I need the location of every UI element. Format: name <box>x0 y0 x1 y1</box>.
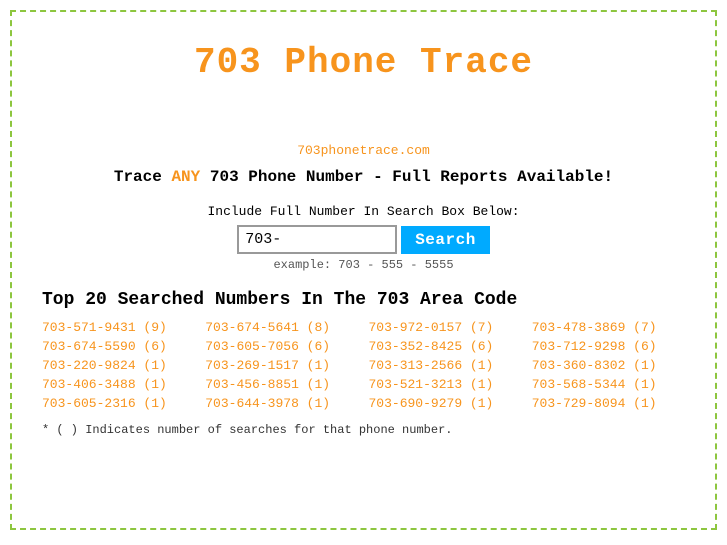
site-url: 703phonetrace.com <box>42 143 685 158</box>
search-input[interactable] <box>237 225 397 254</box>
number-link[interactable]: 703-644-3978 (1) <box>205 396 358 411</box>
tagline: Trace ANY 703 Phone Number - Full Report… <box>42 168 685 186</box>
tagline-any: ANY <box>171 168 200 186</box>
number-link[interactable]: 703-568-5344 (1) <box>532 377 685 392</box>
number-link[interactable]: 703-352-8425 (6) <box>369 339 522 354</box>
search-button[interactable]: Search <box>401 226 490 254</box>
number-link[interactable]: 703-729-8094 (1) <box>532 396 685 411</box>
number-link[interactable]: 703-478-3869 (7) <box>532 320 685 335</box>
top-numbers-title: Top 20 Searched Numbers In The 703 Area … <box>42 290 685 310</box>
page-title: 703 Phone Trace <box>42 42 685 83</box>
search-section: Include Full Number In Search Box Below:… <box>42 204 685 272</box>
number-link[interactable]: 703-220-9824 (1) <box>42 358 195 373</box>
footnote: * ( ) Indicates number of searches for t… <box>42 423 685 437</box>
tagline-prefix: Trace <box>114 168 172 186</box>
number-link[interactable]: 703-571-9431 (9) <box>42 320 195 335</box>
number-link[interactable]: 703-605-2316 (1) <box>42 396 195 411</box>
tagline-suffix: 703 Phone Number - Full Reports Availabl… <box>200 168 613 186</box>
number-link[interactable]: 703-712-9298 (6) <box>532 339 685 354</box>
number-link[interactable]: 703-456-8851 (1) <box>205 377 358 392</box>
number-link[interactable]: 703-972-0157 (7) <box>369 320 522 335</box>
example-text: example: 703 - 555 - 5555 <box>42 258 685 272</box>
number-link[interactable]: 703-605-7056 (6) <box>205 339 358 354</box>
number-link[interactable]: 703-521-3213 (1) <box>369 377 522 392</box>
number-link[interactable]: 703-690-9279 (1) <box>369 396 522 411</box>
spacer <box>42 93 685 143</box>
number-link[interactable]: 703-406-3488 (1) <box>42 377 195 392</box>
search-row: Search <box>42 225 685 254</box>
number-link[interactable]: 703-360-8302 (1) <box>532 358 685 373</box>
number-link[interactable]: 703-674-5590 (6) <box>42 339 195 354</box>
number-link[interactable]: 703-674-5641 (8) <box>205 320 358 335</box>
numbers-grid: 703-571-9431 (9) 703-674-5641 (8) 703-972-… <box>42 320 685 411</box>
number-link[interactable]: 703-269-1517 (1) <box>205 358 358 373</box>
outer-border: 703 Phone Trace 703phonetrace.com Trace … <box>10 10 717 530</box>
number-link[interactable]: 703-313-2566 (1) <box>369 358 522 373</box>
search-label: Include Full Number In Search Box Below: <box>42 204 685 219</box>
